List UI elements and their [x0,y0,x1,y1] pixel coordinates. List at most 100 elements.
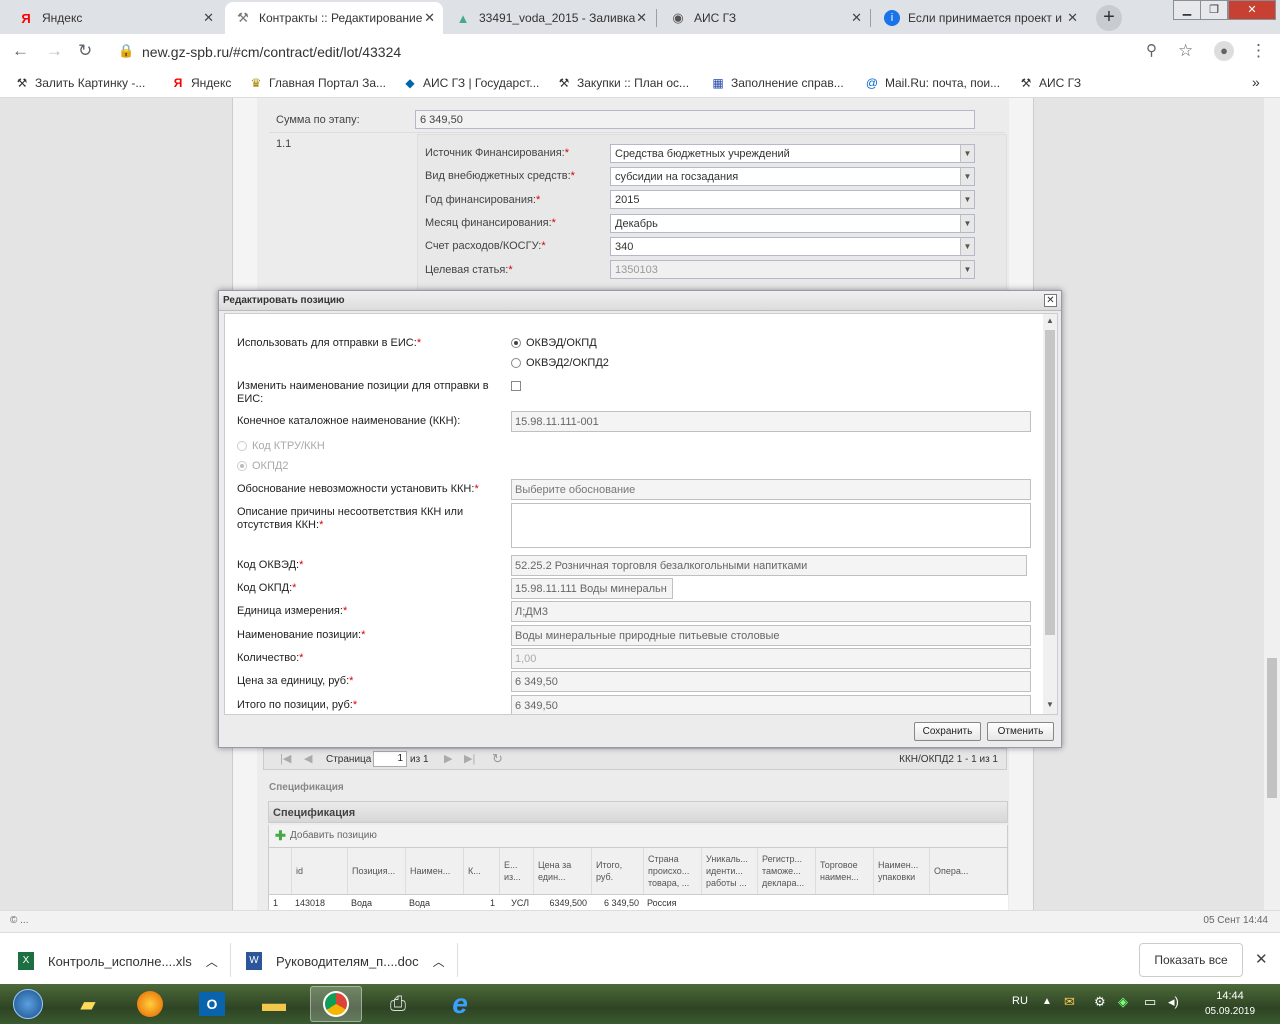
tools-tray-icon[interactable]: ⚙ [1094,994,1106,1010]
bookmark-item[interactable]: @ Mail.Ru: почта, пои... [864,76,1000,90]
taskbar-file-explorer[interactable]: ▬ [248,986,300,1022]
maximize-button[interactable]: ❐ [1200,0,1228,20]
expense-account-select[interactable]: 340 ▼ [610,237,975,256]
dialog-scrollbar[interactable]: ▲ ▼ [1043,314,1057,714]
show-all-downloads-button[interactable]: Показать все [1139,943,1243,977]
forward-icon[interactable]: → [46,41,63,61]
taskbar-chrome[interactable] [310,986,362,1022]
chevron-up-icon[interactable]: ︿ [206,953,218,970]
add-position-button[interactable]: Добавить позицию [290,830,377,841]
close-icon[interactable]: ✕ [1044,294,1057,307]
taskbar-outlook[interactable]: O [186,986,238,1022]
okved-field[interactable]: 52.25.2 Розничная торговля безалкогольны… [511,555,1027,576]
last-page-icon[interactable]: ▶| [464,752,475,765]
refresh-icon[interactable]: ↻ [492,751,503,767]
minimize-button[interactable]: ▁ [1173,0,1201,20]
radio-button[interactable] [511,358,521,369]
column-header[interactable]: id [291,848,347,894]
language-indicator[interactable]: RU [1012,995,1028,1007]
close-icon[interactable]: ✕ [1067,10,1078,26]
column-header[interactable]: Наимен... упаковки [873,848,929,894]
tab-ais[interactable]: ◉ АИС ГЗ ✕ [660,2,870,34]
reload-icon[interactable]: ↻ [78,41,92,61]
save-button[interactable]: Сохранить [914,722,981,741]
close-icon[interactable]: ✕ [1255,950,1268,968]
tray-expand-icon[interactable]: ▲ [1042,996,1052,1007]
funding-source-select[interactable]: Средства бюджетных учреждений ▼ [610,144,975,163]
tab-yandex[interactable]: Я Яндекс ✕ [8,2,222,34]
column-header[interactable]: Цена за един... [533,848,591,894]
radio-okved2[interactable]: ОКВЭД2/ОКПД2 [511,357,609,370]
back-icon[interactable]: ← [12,41,29,61]
funding-month-select[interactable]: Декабрь ▼ [610,214,975,233]
column-header[interactable]: Наимен... [405,848,463,894]
close-icon[interactable]: ✕ [203,10,214,26]
bookmark-item[interactable]: ♛ Главная Портал За... [248,76,386,90]
cancel-button[interactable]: Отменить [987,722,1054,741]
network-tray-icon[interactable]: ▭ [1144,994,1156,1010]
table-row[interactable]: 1 143018 Вода Вода 1 УСЛ 6349,500 6 349,50 Росси… [268,895,1008,910]
new-tab-button[interactable]: + [1096,5,1122,31]
prev-page-icon[interactable]: ◀ [304,752,312,765]
bookmarks-overflow-button[interactable]: » [1252,74,1260,90]
mail-tray-icon[interactable]: ✉ [1064,994,1075,1010]
menu-icon[interactable]: ⋮ [1250,41,1267,61]
total-field[interactable]: 6 349,50 [511,695,1031,714]
antivirus-tray-icon[interactable]: ◈ [1118,994,1128,1010]
column-header[interactable]: Регистр... таможе... деклара... [757,848,815,894]
taskbar-scanner[interactable]: ⎙ [372,986,424,1022]
next-page-icon[interactable]: ▶ [444,752,452,765]
okpd-field[interactable]: 15.98.11.111 Воды минеральн [511,578,673,599]
tab-contracts[interactable]: ⚒ Контракты :: Редактирование ✕ [225,2,443,34]
position-name-field[interactable]: Воды минеральные природные питьевые стол… [511,625,1031,646]
volume-tray-icon[interactable]: ◂) [1168,994,1179,1010]
column-header[interactable]: Опера... [929,848,971,894]
bookmark-item[interactable]: ⚒ АИС ГЗ [1018,76,1082,90]
page-input[interactable]: 1 [373,751,407,767]
address-bar[interactable]: 🔒 new.gz-spb.ru/#cm/contract/edit/lot/43… [110,39,1210,65]
clock-date[interactable]: 05.09.2019 [1200,1006,1260,1017]
download-item[interactable]: X Контроль_исполне....xls ︿ [18,947,226,975]
description-textarea[interactable] [511,503,1031,548]
column-header[interactable]: Итого, руб. [591,848,643,894]
bookmark-item[interactable]: Я Яндекс [170,76,232,90]
radio-okved[interactable]: ОКВЭД/ОКПД [511,337,597,350]
target-article-select[interactable]: 1350103 ▼ [610,260,975,279]
close-icon[interactable]: ✕ [636,10,647,26]
taskbar-explorer-notes[interactable]: ▰ [62,986,114,1022]
kkn-field[interactable]: 15.98.11.111-001 [511,411,1031,432]
close-icon[interactable]: ✕ [851,10,862,26]
window-close-button[interactable]: ✕ [1228,0,1276,20]
tab-voda[interactable]: ▲ 33491_voda_2015 - Заливка ✕ [445,2,655,34]
column-header[interactable]: Уникаль... иденти... работы ... [701,848,757,894]
bookmark-item[interactable]: ⚒ Закупки :: План ос... [556,76,689,90]
quantity-field[interactable]: 1,00 [511,648,1031,669]
column-header[interactable]: Позиция... [347,848,405,894]
taskbar-firefox[interactable] [124,986,176,1022]
taskbar-ie[interactable]: e [434,986,486,1022]
scroll-up-icon[interactable]: ▲ [1046,316,1054,325]
bookmark-item[interactable]: ▦ Заполнение справ... [710,76,843,90]
radio-button-checked[interactable] [511,338,521,349]
unit-price-field[interactable]: 6 349,50 [511,671,1031,692]
start-button[interactable] [4,986,52,1022]
close-icon[interactable]: ✕ [424,10,435,26]
scroll-down-icon[interactable]: ▼ [1046,700,1054,709]
column-header[interactable]: Страна происхо... товара, ... [643,848,701,894]
funding-year-select[interactable]: 2015 ▼ [610,190,975,209]
scroll-thumb[interactable] [1045,330,1055,635]
clock-time[interactable]: 14:44 [1208,990,1252,1002]
column-header[interactable]: Е... из... [499,848,533,894]
offbudget-type-select[interactable]: субсидии на госзадания ▼ [610,167,975,186]
unit-field[interactable]: Л;ДМ3 [511,601,1031,622]
rename-checkbox[interactable] [511,381,521,391]
bookmark-item[interactable]: ◆ АИС ГЗ | Государст... [402,76,539,90]
justification-select[interactable]: Выберите обоснование [511,479,1031,500]
chevron-up-icon[interactable]: ︿ [433,953,445,970]
page-scrollbar[interactable] [1264,98,1280,910]
profile-icon[interactable]: ● [1214,41,1234,61]
download-item[interactable]: W Руководителям_п....doc ︿ [246,947,454,975]
column-header[interactable]: Торговое наимен... [815,848,873,894]
bookmark-item[interactable]: ⚒ Залить Картинку -... [14,76,146,90]
first-page-icon[interactable]: |◀ [280,752,291,765]
